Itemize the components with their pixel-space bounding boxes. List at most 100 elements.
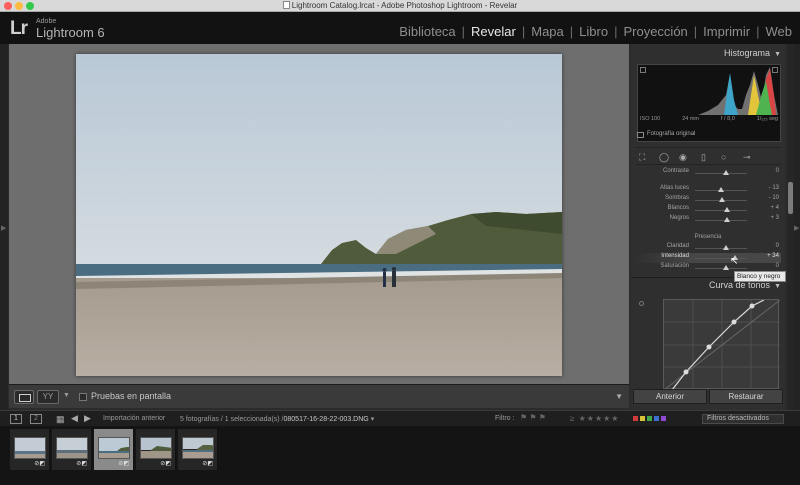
scrollbar-thumb[interactable] [788, 182, 793, 214]
slider-track[interactable] [695, 173, 747, 174]
slider-value[interactable]: 0 [776, 263, 779, 269]
before-after-button[interactable]: YY [37, 390, 59, 404]
before-after-dropdown-icon[interactable]: ▼ [63, 392, 70, 399]
grid-view-icon[interactable]: ▦ [56, 414, 65, 425]
purple-label-icon[interactable] [661, 416, 666, 421]
exif-iso: ISO 100 [640, 116, 661, 122]
loupe-view-button[interactable] [14, 390, 34, 404]
thumbnail-image [140, 437, 172, 459]
module-revelar[interactable]: Revelar [467, 24, 520, 39]
module-libro[interactable]: Libro [575, 24, 612, 39]
contrast-slider[interactable]: Contraste 0 [635, 168, 781, 178]
loupe-view[interactable] [9, 44, 629, 384]
slider-knob[interactable] [719, 197, 725, 202]
module-biblioteca[interactable]: Biblioteca [395, 24, 459, 39]
original-photo-icon[interactable] [637, 132, 644, 138]
slider-knob[interactable] [723, 170, 729, 175]
highlights-slider[interactable]: Altas luces - 13 [635, 185, 781, 195]
vibrance-slider[interactable]: Intensidad + 34 [635, 253, 781, 263]
previous-button[interactable]: Anterior [633, 389, 707, 404]
chevron-down-icon: ▾ [370, 416, 375, 423]
slider-value[interactable]: 0 [776, 168, 779, 174]
graduated-filter-icon[interactable]: ▯ [701, 152, 706, 163]
tone-curve-graph[interactable] [663, 299, 781, 391]
clarity-slider[interactable]: Claridad 0 [635, 243, 781, 253]
edit-badge-icon: ⊘◩ [160, 461, 171, 467]
slider-label: Claridad [666, 243, 689, 249]
slider-value[interactable]: - 10 [769, 195, 779, 201]
window-titlebar: Lightroom Catalog.lrcat - Adobe Photosho… [0, 0, 800, 12]
softproof-checkbox[interactable] [79, 393, 87, 401]
slider-knob[interactable] [724, 217, 730, 222]
red-eye-icon[interactable]: ◉ [679, 152, 687, 163]
highlight-clipping-icon[interactable] [772, 67, 778, 73]
whites-slider[interactable]: Blancos + 4 [635, 205, 781, 215]
adjustment-brush-icon[interactable]: ⊸ [743, 152, 751, 163]
module-separator: | [614, 24, 618, 39]
slider-knob[interactable] [723, 265, 729, 270]
slider-track[interactable] [695, 268, 747, 269]
toolbar-menu-icon[interactable]: ▼ [615, 392, 623, 401]
shadows-slider[interactable]: Sombras - 10 [635, 195, 781, 205]
tooltip: Blanco y negro [734, 271, 786, 282]
slider-knob[interactable] [718, 187, 724, 192]
exif-info: ISO 100 24 mm f / 8,0 1/₁₂₅ seg [637, 116, 781, 122]
edit-badge-icon: ⊘◩ [34, 461, 45, 467]
color-label-filter[interactable] [633, 416, 666, 421]
slider-value[interactable]: + 3 [770, 215, 779, 221]
slider-track[interactable] [695, 220, 747, 221]
slider-track[interactable] [695, 258, 747, 259]
filmstrip-thumb[interactable]: ⊘◩ [10, 429, 50, 470]
filter-preset-dropdown[interactable]: Filtros desactivados [702, 414, 784, 424]
filmstrip-thumb-selected[interactable]: ⊘◩ [94, 429, 134, 470]
main-window-button[interactable]: 1 [10, 414, 22, 424]
edit-badge-icon: ⊘◩ [118, 461, 129, 467]
flag-filter-icon[interactable]: ⚑ ⚑ ⚑ [520, 413, 546, 422]
slider-value[interactable]: - 13 [769, 185, 779, 191]
slider-label: Contraste [662, 168, 689, 174]
blue-label-icon[interactable] [654, 416, 659, 421]
module-separator: | [693, 24, 698, 39]
right-panel-edge[interactable]: ▶ [794, 44, 800, 410]
slider-value[interactable]: + 34 [767, 253, 779, 259]
module-separator: | [756, 24, 760, 39]
radial-filter-icon[interactable]: ○ [721, 152, 726, 162]
module-bar: Lr Adobe Lightroom 6 Biblioteca | Revelar… [0, 12, 800, 44]
green-label-icon[interactable] [647, 416, 652, 421]
histogram-header[interactable]: Histograma ▼ [631, 46, 785, 60]
blacks-slider[interactable]: Negros + 3 [635, 215, 781, 225]
right-panel-scrollbar[interactable] [787, 44, 794, 410]
left-panel-toggle[interactable]: ▶ [0, 44, 8, 410]
module-proyeccion[interactable]: Proyección [619, 24, 691, 39]
filter-label: Filtro : [495, 415, 515, 422]
slider-value[interactable]: 0 [776, 243, 779, 249]
source-label[interactable]: Importación anterior [103, 415, 165, 422]
target-adjust-icon[interactable] [639, 301, 644, 306]
triangle-down-icon: ▼ [774, 51, 781, 58]
slider-track[interactable] [695, 248, 747, 249]
slider-value[interactable]: + 4 [770, 205, 779, 211]
secondary-window-button[interactable]: 2 [30, 414, 42, 424]
crop-icon[interactable]: ⛶ [639, 152, 645, 163]
spot-removal-icon[interactable]: ◯ [659, 152, 669, 163]
shadow-clipping-icon[interactable] [640, 67, 646, 73]
current-filename: 080517-16-28-22-003.DNG [283, 416, 369, 423]
filmstrip-info[interactable]: 5 fotografías / 1 seleccionada(s) /08051… [180, 415, 374, 423]
filmstrip-header: 1 2 ▦ ◀ ▶ Importación anterior 5 fotogra… [0, 410, 800, 426]
filmstrip-thumb[interactable]: ⊘◩ [52, 429, 92, 470]
slider-knob[interactable] [723, 245, 729, 250]
filmstrip-thumb[interactable]: ⊘◩ [136, 429, 176, 470]
exif-shutter: 1/₁₂₅ seg [756, 116, 778, 122]
reset-button[interactable]: Restaurar [709, 389, 783, 404]
module-mapa[interactable]: Mapa [527, 24, 568, 39]
module-web[interactable]: Web [762, 24, 797, 39]
slider-knob[interactable] [724, 207, 730, 212]
yellow-label-icon[interactable] [640, 416, 645, 421]
slider-track[interactable] [695, 210, 747, 211]
red-label-icon[interactable] [633, 416, 638, 421]
forward-arrow-icon[interactable]: ▶ [84, 413, 91, 424]
rating-filter[interactable]: ≥ ★★★★★ [570, 414, 619, 423]
filmstrip-thumb[interactable]: ⊘◩ [178, 429, 218, 470]
back-arrow-icon[interactable]: ◀ [71, 413, 78, 424]
module-imprimir[interactable]: Imprimir [699, 24, 754, 39]
